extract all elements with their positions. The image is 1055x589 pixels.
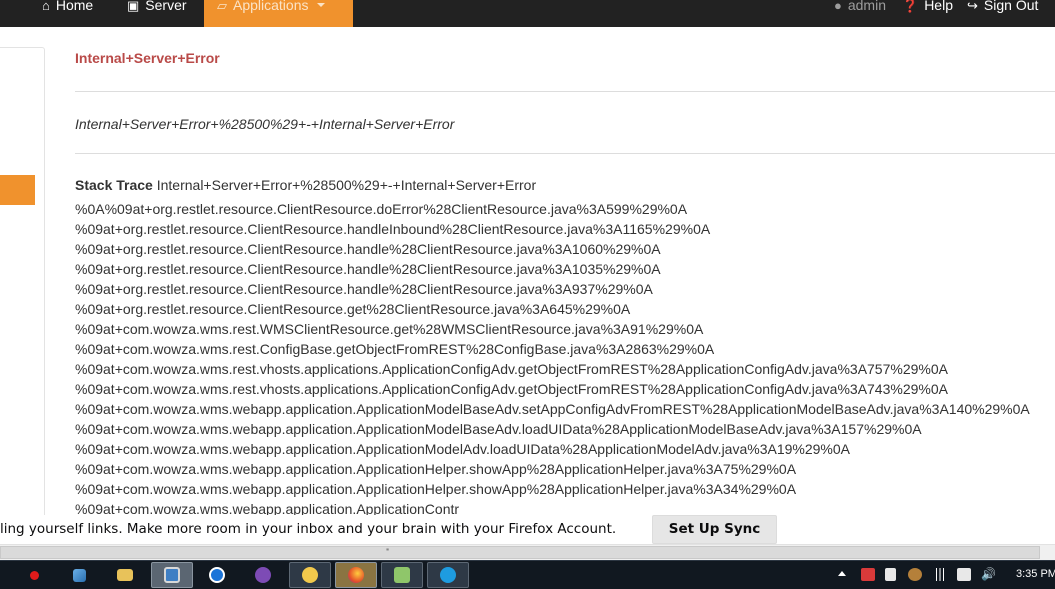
stack-line: %09at+org.restlet.resource.ClientResourc… [75, 241, 661, 257]
nav-applications[interactable]: ▱ Applications [204, 0, 353, 27]
error-message: Internal+Server+Error+%28500%29+-+Intern… [75, 116, 455, 132]
horizontal-scrollbar[interactable]: ''' [0, 544, 1055, 560]
outlook-icon [302, 567, 318, 583]
sidebar-panel [0, 47, 45, 547]
stack-line: %09at+com.wowza.wms.rest.vhosts.applicat… [75, 361, 948, 377]
volume-icon[interactable]: 🔊 [981, 568, 996, 581]
top-navbar: ⌂ Home ▣ Server ▱ Applications ● admin ❓ Help… [0, 0, 1055, 27]
taskbar-media-player[interactable] [13, 562, 55, 588]
skype-icon [440, 567, 456, 583]
nav-help[interactable]: ❓ Help [902, 0, 953, 27]
stack-trace-header: Stack Trace Internal+Server+Error+%28500… [75, 177, 536, 193]
file-manager-icon [394, 567, 410, 583]
teamviewer-icon [209, 567, 225, 583]
stack-line: %09at+com.wowza.wms.webapp.application.A… [75, 421, 922, 437]
set-up-sync-button[interactable]: Set Up Sync [652, 515, 777, 544]
stack-line: %09at+com.wowza.wms.webapp.application.A… [75, 501, 460, 516]
taskbar-file-manager[interactable] [381, 562, 423, 588]
taskbar-clock[interactable]: 3:35 PM [1016, 568, 1055, 580]
question-circle-icon: ❓ [902, 0, 919, 13]
taskbar-file-explorer[interactable] [104, 562, 146, 588]
media-player-icon [29, 570, 39, 580]
app-tray-icon[interactable] [908, 568, 922, 581]
stack-trace-summary: Internal+Server+Error+%28500%29+-+Intern… [156, 177, 537, 193]
firefox-sync-notification: ling yourself links. Make more room in y… [0, 515, 1055, 544]
show-hidden-icons-icon[interactable] [838, 571, 846, 576]
stack-line: %09at+com.wowza.wms.rest.vhosts.applicat… [75, 381, 948, 397]
nav-sign-out[interactable]: ↪ Sign Out [967, 0, 1038, 27]
stack-line: %09at+com.wowza.wms.rest.ConfigBase.getO… [75, 341, 715, 357]
user-icon: ● [834, 0, 842, 13]
taskbar-outlook[interactable] [289, 562, 331, 588]
stack-trace-lines: %0A%09at+org.restlet.resource.ClientReso… [75, 202, 1055, 516]
viber-icon [255, 567, 271, 583]
taskbar-viber[interactable] [242, 562, 284, 588]
taskbar-teamviewer[interactable] [196, 562, 238, 588]
file-explorer-icon [117, 569, 133, 581]
scrollbar-grip-icon: ''' [386, 547, 389, 557]
remote-desktop-icon [164, 567, 180, 583]
nav-help-label: Help [924, 0, 953, 13]
stack-line: %09at+org.restlet.resource.ClientResourc… [75, 281, 653, 297]
network-signal-icon[interactable] [933, 568, 947, 581]
network-tool-icon [72, 568, 86, 582]
divider [75, 153, 1055, 154]
scrollbar-thumb[interactable]: ''' [0, 546, 1040, 559]
nav-admin-label: admin [847, 0, 886, 13]
stack-line: %0A%09at+org.restlet.resource.ClientReso… [75, 202, 688, 217]
nav-sign-out-label: Sign Out [983, 0, 1039, 13]
stack-line: %09at+com.wowza.wms.webapp.application.A… [75, 461, 797, 477]
folder-open-icon: ▱ [217, 0, 227, 13]
caret-down-icon [316, 3, 325, 7]
error-title: Internal+Server+Error [75, 50, 220, 66]
stack-line: %09at+com.wowza.wms.webapp.application.A… [75, 441, 850, 457]
stack-line: %09at+com.wowza.wms.webapp.application.A… [75, 481, 797, 497]
sign-out-icon: ↪ [967, 0, 978, 13]
notification-text: ling yourself links. Make more room in y… [0, 521, 617, 537]
stack-line: %09at+org.restlet.resource.ClientResourc… [75, 301, 631, 317]
taskbar-skype[interactable] [427, 562, 469, 588]
taskbar-remote-desktop[interactable] [151, 562, 193, 588]
usb-device-tray-icon[interactable] [885, 568, 896, 581]
nav-home-label: Home [55, 0, 94, 13]
nav-admin[interactable]: ● admin [834, 0, 886, 27]
nav-server-label: Server [145, 0, 187, 13]
antivirus-tray-icon[interactable] [861, 568, 875, 581]
sidebar-active-item[interactable] [0, 175, 35, 205]
taskbar-network-tool[interactable] [58, 562, 100, 588]
home-icon: ⌂ [42, 0, 50, 13]
stack-line: %09at+org.restlet.resource.ClientResourc… [75, 261, 661, 277]
firefox-icon [348, 567, 364, 583]
windows-taskbar: 🔊 3:35 PM [0, 560, 1055, 589]
taskbar-firefox[interactable] [335, 562, 377, 588]
divider [75, 91, 1055, 92]
stack-line: %09at+com.wowza.wms.webapp.application.A… [75, 401, 1030, 417]
stack-line: %09at+org.restlet.resource.ClientResourc… [75, 221, 711, 237]
stack-line: %09at+com.wowza.wms.rest.WMSClientResour… [75, 321, 704, 337]
nav-applications-label: Applications [233, 0, 309, 13]
stack-trace-label: Stack Trace [75, 177, 153, 193]
nav-home[interactable]: ⌂ Home [42, 0, 93, 27]
monitor-icon: ▣ [127, 0, 140, 13]
nav-server[interactable]: ▣ Server [127, 0, 187, 27]
network-disconnected-icon[interactable] [957, 568, 971, 581]
